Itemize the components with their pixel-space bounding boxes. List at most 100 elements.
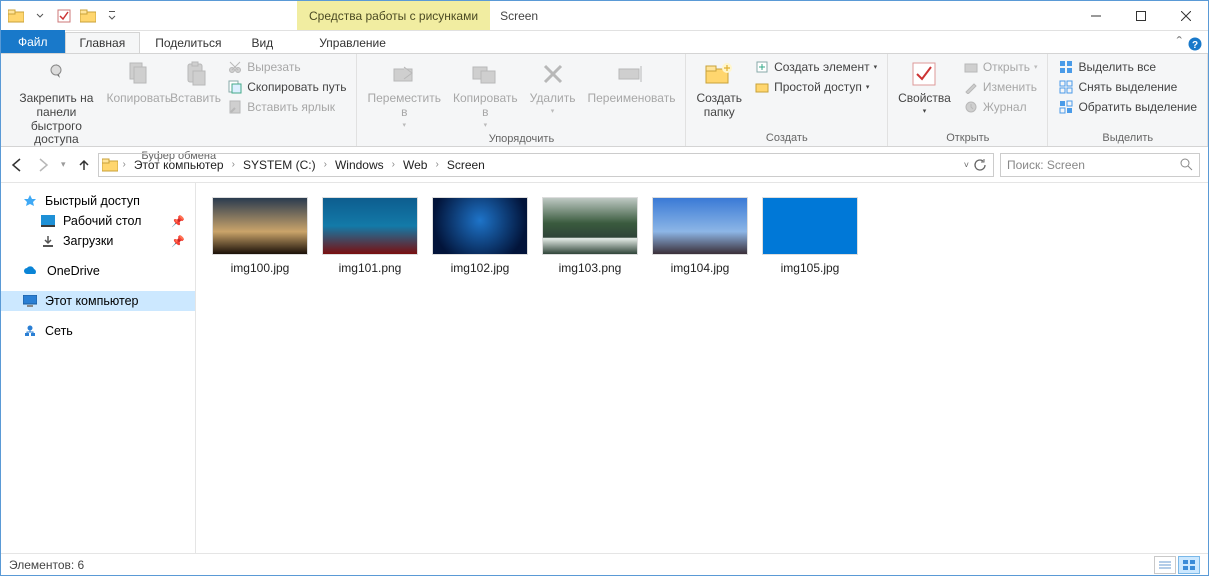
properties-button[interactable]: Свойства▾ <box>894 56 955 118</box>
nav-desktop[interactable]: Рабочий стол📌 <box>1 211 195 231</box>
title-bar: Средства работы с рисунками Screen <box>1 1 1208 31</box>
back-button[interactable] <box>9 157 25 173</box>
open-button[interactable]: Открыть ▾ <box>959 58 1042 76</box>
tab-file[interactable]: Файл <box>1 30 65 53</box>
move-to-button[interactable]: Переместить в▾ <box>363 56 445 132</box>
new-item-button[interactable]: Создать элемент ▾ <box>750 58 881 76</box>
properties-icon[interactable] <box>53 5 75 27</box>
maximize-button[interactable] <box>1118 1 1163 30</box>
navigation-pane: Быстрый доступ Рабочий стол📌 Загрузки📌 O… <box>1 183 196 553</box>
forward-button[interactable] <box>35 157 51 173</box>
new-folder-button[interactable]: Создать папку <box>692 56 746 122</box>
paste-shortcut-button[interactable]: Вставить ярлык <box>223 98 350 116</box>
thumbnail <box>322 197 418 255</box>
file-name: img100.jpg <box>231 261 290 275</box>
tab-share[interactable]: Поделиться <box>140 32 236 53</box>
window-controls <box>1073 1 1208 30</box>
details-view-button[interactable] <box>1154 556 1176 574</box>
select-all-icon <box>1058 59 1074 75</box>
select-none-icon <box>1058 79 1074 95</box>
file-item[interactable]: img100.jpg <box>212 197 308 275</box>
breadcrumb-item[interactable]: Screen <box>441 158 491 172</box>
folder-icon-2[interactable] <box>77 5 99 27</box>
pc-icon <box>23 295 37 307</box>
pin-icon: 📌 <box>171 235 185 248</box>
easy-access-button[interactable]: Простой доступ ▾ <box>750 78 881 96</box>
edit-button[interactable]: Изменить <box>959 78 1042 96</box>
refresh-icon[interactable] <box>973 158 987 172</box>
easy-access-icon <box>754 79 770 95</box>
file-list[interactable]: img100.jpg img101.png img102.jpg img103.… <box>196 183 1208 553</box>
breadcrumb-item[interactable]: Windows <box>329 158 390 172</box>
paste-icon <box>180 58 212 90</box>
qat-dropdown-icon[interactable] <box>29 5 51 27</box>
collapse-ribbon-icon[interactable]: ˆ <box>1177 35 1182 53</box>
scissors-icon <box>227 59 243 75</box>
chevron-right-icon[interactable]: › <box>322 159 329 170</box>
chevron-right-icon[interactable]: › <box>230 159 237 170</box>
nav-onedrive[interactable]: OneDrive <box>1 261 195 281</box>
file-item[interactable]: img101.png <box>322 197 418 275</box>
paste-button[interactable]: Вставить <box>172 56 219 108</box>
status-text: Элементов: 6 <box>9 558 84 572</box>
tab-home[interactable]: Главная <box>65 32 141 53</box>
nav-quick-access[interactable]: Быстрый доступ <box>1 191 195 211</box>
star-icon <box>23 194 37 208</box>
svg-text:?: ? <box>1192 40 1198 51</box>
nav-network[interactable]: Сеть <box>1 321 195 341</box>
file-name: img103.png <box>559 261 622 275</box>
folder-icon[interactable] <box>5 5 27 27</box>
cut-button[interactable]: Вырезать <box>223 58 350 76</box>
tabs-row: Файл Главная Поделиться Вид Управление ˆ… <box>1 31 1208 54</box>
search-input[interactable]: Поиск: Screen <box>1000 153 1200 177</box>
file-item[interactable]: img104.jpg <box>652 197 748 275</box>
file-name: img102.jpg <box>451 261 510 275</box>
minimize-button[interactable] <box>1073 1 1118 30</box>
file-item[interactable]: img102.jpg <box>432 197 528 275</box>
ribbon: Закрепить на панели быстрого доступа Коп… <box>1 54 1208 147</box>
move-icon <box>388 58 420 90</box>
thumbnail <box>652 197 748 255</box>
copy-to-button[interactable]: Копировать в▾ <box>449 56 522 132</box>
copy-button[interactable]: Копировать <box>110 56 168 108</box>
address-bar[interactable]: › Этот компьютер› SYSTEM (C:)› Windows› … <box>98 153 994 177</box>
file-item[interactable]: img103.png <box>542 197 638 275</box>
history-button[interactable]: Журнал <box>959 98 1042 116</box>
address-dropdown-icon[interactable]: ˅ <box>964 160 969 170</box>
rename-button[interactable]: Переименовать <box>583 56 679 108</box>
chevron-right-icon[interactable]: › <box>390 159 397 170</box>
checkmark-icon <box>908 58 940 90</box>
copy-path-button[interactable]: Скопировать путь <box>223 78 350 96</box>
breadcrumb-item[interactable]: SYSTEM (C:) <box>237 158 322 172</box>
copy-icon <box>123 58 155 90</box>
close-button[interactable] <box>1163 1 1208 30</box>
file-item[interactable]: img105.jpg <box>762 197 858 275</box>
pin-quick-access-button[interactable]: Закрепить на панели быстрого доступа <box>7 56 106 149</box>
up-button[interactable] <box>76 157 92 173</box>
pin-icon: 📌 <box>171 215 185 228</box>
ribbon-group-new: Создать папку Создать элемент ▾ Простой … <box>686 54 888 146</box>
copy-path-icon <box>227 79 243 95</box>
chevron-right-icon[interactable]: › <box>433 159 440 170</box>
invert-icon <box>1058 99 1074 115</box>
invert-selection-button[interactable]: Обратить выделение <box>1054 98 1201 116</box>
nav-downloads[interactable]: Загрузки📌 <box>1 231 195 251</box>
file-name: img101.png <box>339 261 402 275</box>
thumbnail <box>432 197 528 255</box>
tab-manage[interactable]: Управление <box>304 32 401 53</box>
chevron-right-icon[interactable]: › <box>121 159 128 170</box>
delete-button[interactable]: Удалить▾ <box>526 56 580 118</box>
nav-this-pc[interactable]: Этот компьютер <box>1 291 195 311</box>
thumbnails-view-button[interactable] <box>1178 556 1200 574</box>
help-icon[interactable]: ? <box>1188 37 1202 51</box>
breadcrumb-item[interactable]: Web <box>397 158 433 172</box>
breadcrumb-item[interactable]: Этот компьютер <box>128 158 230 172</box>
search-icon <box>1180 158 1193 171</box>
select-none-button[interactable]: Снять выделение <box>1054 78 1201 96</box>
qat-customize-icon[interactable] <box>101 5 123 27</box>
file-name: img104.jpg <box>671 261 730 275</box>
file-name: img105.jpg <box>781 261 840 275</box>
tab-view[interactable]: Вид <box>236 32 288 53</box>
select-all-button[interactable]: Выделить все <box>1054 58 1201 76</box>
recent-dropdown-icon[interactable]: ▾ <box>61 159 66 170</box>
